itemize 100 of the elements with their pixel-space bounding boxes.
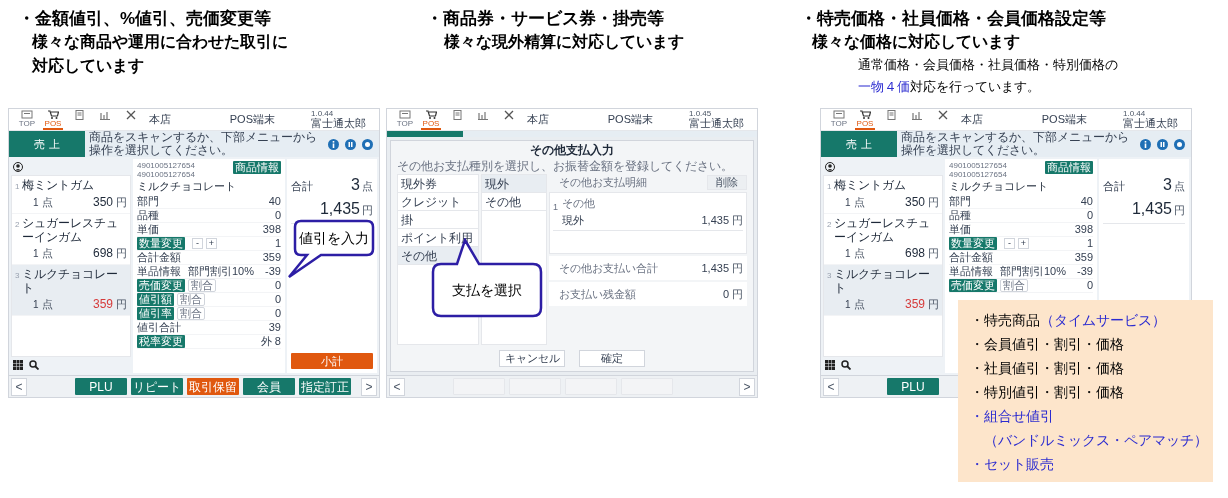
previous-button[interactable]: < xyxy=(823,377,839,396)
subheading: 様々な価格に対応しています xyxy=(811,32,1021,53)
action-button[interactable]: 売価変更 xyxy=(137,279,185,292)
discount-text: 部門割引10% xyxy=(1000,266,1067,277)
line-index: 1 xyxy=(553,201,558,214)
payment-option[interactable]: ポイント利用 xyxy=(398,229,478,247)
store-name: 本店 xyxy=(527,112,549,128)
item-quantity: 1 xyxy=(845,298,851,312)
item-quantity: 1 xyxy=(33,298,39,312)
monitor-icon xyxy=(21,110,33,120)
subheading: 様々な商品や運用に合わせた取引に対応しています xyxy=(31,32,289,76)
item-index: 2 xyxy=(15,219,20,231)
item-quantity: 1 xyxy=(845,247,851,261)
nav-tab[interactable]: TOP xyxy=(395,109,415,130)
toolbar-button[interactable]: PLU xyxy=(887,378,939,395)
nav-tab[interactable]: TOP xyxy=(17,109,37,130)
grid-icon xyxy=(825,360,835,370)
pause-icon xyxy=(1157,138,1168,150)
tools-icon xyxy=(125,110,137,120)
field-value: 398 xyxy=(262,224,281,235)
currency-text: 円 xyxy=(928,195,939,210)
terminal-name: POS端末 xyxy=(229,112,275,128)
product-info-button[interactable]: 商品情報 xyxy=(233,161,281,174)
ratio-button[interactable]: 割合 xyxy=(177,293,205,306)
item-price: 350 xyxy=(92,194,113,211)
cart-icon xyxy=(47,110,59,120)
toolbar-button[interactable]: PLU xyxy=(75,378,127,395)
payment-option[interactable]: 現外 xyxy=(482,175,546,193)
toolbar-button[interactable]: リピート xyxy=(131,378,183,395)
amount-text: 1,435 xyxy=(701,212,729,228)
minus-button[interactable]: - xyxy=(1004,238,1015,249)
toolbar-button[interactable]: 会員 xyxy=(243,378,295,395)
payment-option[interactable]: 現外券 xyxy=(398,175,478,193)
action-button[interactable]: 税率変更 xyxy=(137,335,185,348)
mode-button[interactable]: 売 上 xyxy=(821,131,897,157)
cart-item[interactable]: 3 ミルクチョコレート 1 点 359 円 xyxy=(12,265,130,316)
minus-button[interactable]: - xyxy=(192,238,203,249)
discount-text: 部門割引10% xyxy=(188,266,255,277)
action-button[interactable]: 値引額 xyxy=(137,293,174,306)
field-label: 単品情報 xyxy=(137,266,181,277)
barcode-number: 4901005127654 xyxy=(949,161,1007,170)
user-icon xyxy=(13,162,23,172)
pause-icon xyxy=(345,138,356,150)
barcode-number: 4901005127654 xyxy=(949,170,1007,179)
field-value: 0 xyxy=(1086,210,1093,221)
total-label: その他お支払い合計 xyxy=(559,260,658,276)
toolbar-button[interactable]: 取引保留 xyxy=(187,378,239,395)
subtotal-button[interactable]: 小計 xyxy=(291,353,373,369)
toolbar-button[interactable]: 指定訂正 xyxy=(299,378,351,395)
field-label: 単価 xyxy=(949,224,971,235)
currency-text: 円 xyxy=(116,246,127,261)
field-value: 40 xyxy=(1080,196,1093,207)
ratio-button[interactable]: 割合 xyxy=(1000,279,1028,292)
payment-option[interactable]: 掛 xyxy=(398,211,478,229)
plus-button[interactable]: + xyxy=(1018,238,1029,249)
previous-button[interactable]: < xyxy=(11,377,27,396)
field-value: -39 xyxy=(1077,266,1093,277)
product-name: ミルクチョコレート xyxy=(137,179,237,194)
category-text: その他 xyxy=(562,196,596,211)
field-value: 0 xyxy=(274,308,281,319)
next-button[interactable]: > xyxy=(739,377,755,396)
user-name: 富士通太郎 xyxy=(689,118,745,129)
cart-item[interactable]: 1 梅ミントガム 1 点 350 円 xyxy=(824,176,942,214)
nav-tab[interactable]: TOP xyxy=(829,109,849,130)
previous-button[interactable]: < xyxy=(389,377,405,396)
plus-button[interactable]: + xyxy=(206,238,217,249)
item-price: 698 xyxy=(92,245,113,262)
field-value: 359 xyxy=(262,252,281,263)
note-text: 通常価格・会員価格・社員価格・特別価格の 一物４価対応を行っています。 xyxy=(857,56,1119,96)
ratio-button[interactable]: 割合 xyxy=(188,279,216,292)
product-info-button[interactable]: 商品情報 xyxy=(1045,161,1093,174)
action-button[interactable]: 数量変更 xyxy=(137,237,185,250)
dialog-button[interactable]: 確定 xyxy=(579,349,645,367)
item-price: 698 xyxy=(904,245,925,262)
cart-item[interactable]: 3 ミルクチョコレート 1 点 359 円 xyxy=(824,265,942,316)
field-value: 1 xyxy=(274,238,281,249)
feature-item: ・社員値引・割引・価格 xyxy=(970,359,1124,378)
payment-option[interactable]: その他 xyxy=(482,193,546,211)
currency-text: 円 xyxy=(116,195,127,210)
document-icon xyxy=(451,110,463,120)
action-button[interactable]: 値引率 xyxy=(137,307,174,320)
monitor-icon xyxy=(833,110,845,120)
search-icon xyxy=(29,360,39,370)
cart-item[interactable]: 1 梅ミントガム 1 点 350 円 xyxy=(12,176,130,214)
action-button[interactable]: 売価変更 xyxy=(949,279,997,292)
field-value: 1 xyxy=(1086,238,1093,249)
document-icon xyxy=(885,110,897,120)
cart-icon xyxy=(859,110,871,120)
field-value: 359 xyxy=(1074,252,1093,263)
mode-button[interactable]: 売 上 xyxy=(9,131,85,157)
ratio-button[interactable]: 割合 xyxy=(177,307,205,320)
dialog-button[interactable]: キャンセル xyxy=(499,349,565,367)
feature-item: ・会員値引・割引・価格 xyxy=(970,335,1124,354)
next-button[interactable]: > xyxy=(361,377,377,396)
item-name: ミルクチョコレート xyxy=(22,267,120,295)
total-label: 合計 xyxy=(1103,179,1125,194)
item-price: 350 xyxy=(904,194,925,211)
feature-item: ・特売商品（タイムサービス） xyxy=(970,311,1166,330)
delete-button[interactable]: 削除 xyxy=(707,174,747,190)
action-button[interactable]: 数量変更 xyxy=(949,237,997,250)
